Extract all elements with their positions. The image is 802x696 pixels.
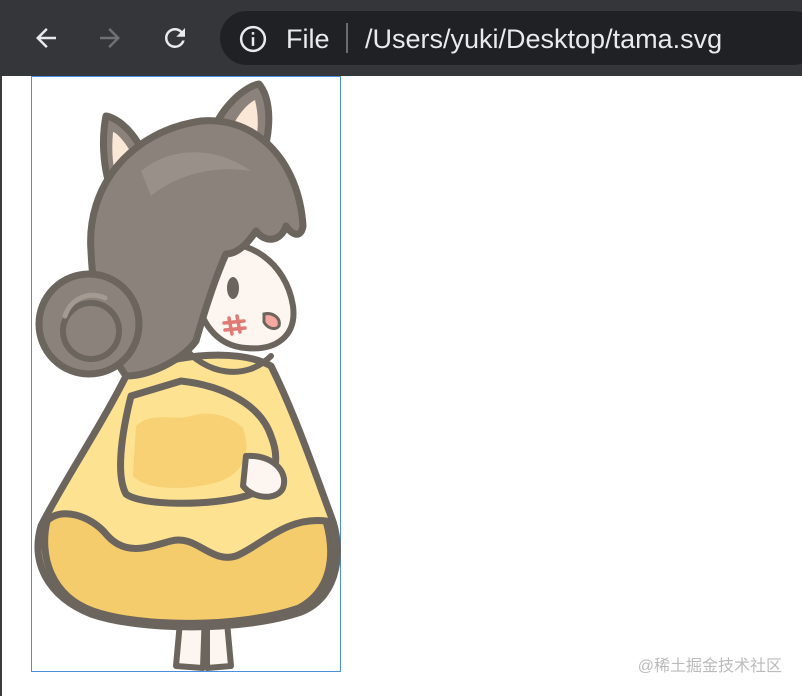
url-scheme-label: File (286, 24, 330, 54)
tama-illustration (34, 80, 341, 671)
reload-button[interactable] (155, 18, 195, 58)
browser-toolbar: File /Users/yuki/Desktop/tama.svg (0, 0, 802, 76)
arrow-left-icon (36, 28, 56, 48)
window-left-edge (0, 76, 2, 696)
url-text[interactable]: /Users/yuki/Desktop/tama.svg (365, 22, 722, 56)
url-separator (346, 23, 348, 53)
reload-icon (164, 27, 185, 48)
forward-button[interactable] (90, 18, 130, 58)
info-circle-icon[interactable] (238, 24, 268, 54)
back-button[interactable] (26, 18, 66, 58)
watermark-text: @稀土掘金技术社区 (637, 658, 782, 675)
arrow-right-icon (100, 28, 120, 48)
